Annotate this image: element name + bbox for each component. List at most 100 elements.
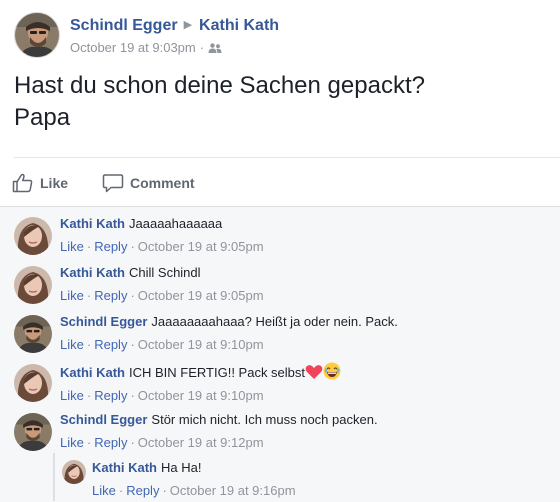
commenter-avatar[interactable] <box>14 364 52 402</box>
comment-timestamp[interactable]: October 19 at 9:05pm <box>138 239 264 254</box>
commenter-avatar[interactable] <box>14 266 52 304</box>
meta-separator: · <box>86 239 92 254</box>
comment-reply-link[interactable]: Reply <box>94 337 127 352</box>
woman-avatar-image <box>62 460 86 484</box>
comment-reply-link[interactable]: Reply <box>94 435 127 450</box>
post-message: Hast du schon deine Sachen gepackt? Papa <box>14 70 544 134</box>
woman-avatar-image <box>14 266 52 304</box>
reply-timestamp[interactable]: October 19 at 9:16pm <box>170 483 296 498</box>
meta-separator: · <box>130 388 135 403</box>
comment-like-link[interactable]: Like <box>60 337 84 352</box>
comment-like-link[interactable]: Like <box>60 435 84 450</box>
commenter-avatar[interactable] <box>14 217 52 255</box>
replier-avatar[interactable] <box>62 460 86 484</box>
woman-avatar-image <box>14 364 52 402</box>
comment-text: ICH BIN FERTIG!! Pack selbst <box>129 365 306 380</box>
comment-body: Kathi Kath Jaaaaahaaaaaa Like · Reply · Octob… <box>60 215 550 256</box>
comment-label: Comment <box>130 175 195 191</box>
comment-item: Kathi Kath Jaaaaahaaaaaa Like · Reply · Octob… <box>14 215 554 259</box>
reply-author[interactable]: Kathi Kath <box>92 460 157 475</box>
reply-meta: Like · Reply · October 19 at 9:16pm <box>92 482 560 500</box>
comment-reply-link[interactable]: Reply <box>94 239 127 254</box>
meta-separator: · <box>86 337 92 352</box>
comment-text: Jaaaaahaaaaaa <box>129 216 223 231</box>
meta-separator: · <box>130 435 135 450</box>
comment-meta: Like · Reply · October 19 at 9:10pm <box>60 387 550 405</box>
comment-text-line: Kathi Kath Chill Schindl <box>60 264 550 282</box>
comment-text-line: Schindl Egger Jaaaaaaaahaaa? Heißt ja ode… <box>60 313 550 331</box>
post-meta: October 19 at 9:03pm · <box>70 40 222 55</box>
comment-item: Kathi Kath Chill Schindl Like · Reply · Octob… <box>14 264 554 308</box>
man-avatar-image <box>15 13 59 57</box>
comment-button[interactable]: Comment <box>102 164 195 202</box>
meta-separator: · <box>199 40 205 55</box>
comment-bubble-icon <box>102 174 124 193</box>
man-avatar-image <box>14 315 52 353</box>
commenter-avatar[interactable] <box>14 315 52 353</box>
meta-separator: · <box>118 483 124 498</box>
meta-separator: · <box>130 239 135 254</box>
reply-thread-line <box>53 453 55 501</box>
comment-body: Schindl Egger Jaaaaaaaahaaa? Heißt ja ode… <box>60 313 550 354</box>
comment-text-line: Kathi Kath Jaaaaahaaaaaa <box>60 215 550 233</box>
post-actions: Like Comment <box>12 164 560 202</box>
comment-reply-link[interactable]: Reply <box>94 388 127 403</box>
meta-separator: · <box>130 288 135 303</box>
facebook-post: Schindl Egger ▶ Kathi Kath October 19 at 9… <box>0 0 560 502</box>
comment-author[interactable]: Kathi Kath <box>60 216 125 231</box>
comment-meta: Like · Reply · October 19 at 9:05pm <box>60 287 550 305</box>
comment-like-link[interactable]: Like <box>60 288 84 303</box>
comment-author[interactable]: Schindl Egger <box>60 314 147 329</box>
post-message-line-2: Papa <box>14 104 71 131</box>
meta-separator: · <box>162 483 167 498</box>
comment-item: Kathi Kath ICH BIN FERTIG!! Pack selbst L… <box>14 362 554 406</box>
meta-separator: · <box>86 435 92 450</box>
reply-text: Ha Ha! <box>161 460 202 475</box>
comment-author[interactable]: Kathi Kath <box>60 365 125 380</box>
comment-meta: Like · Reply · October 19 at 9:10pm <box>60 336 550 354</box>
man-avatar-image <box>14 413 52 451</box>
triangle-right-icon: ▶ <box>183 19 193 31</box>
commenter-avatar[interactable] <box>14 413 52 451</box>
author-avatar[interactable] <box>14 12 60 58</box>
meta-separator: · <box>86 388 92 403</box>
friends-icon[interactable] <box>208 43 222 53</box>
comment-like-link[interactable]: Like <box>60 239 84 254</box>
comment-body: Kathi Kath ICH BIN FERTIG!! Pack selbst L… <box>60 362 550 405</box>
comment-timestamp[interactable]: October 19 at 9:12pm <box>138 435 264 450</box>
comment-timestamp[interactable]: October 19 at 9:10pm <box>138 388 264 403</box>
post-author-line: Schindl Egger ▶ Kathi Kath <box>70 17 279 35</box>
comments-section: Kathi Kath Jaaaaahaaaaaa Like · Reply · Octob… <box>0 206 560 502</box>
comment-reply-link[interactable]: Reply <box>94 288 127 303</box>
thumbs-up-icon <box>12 173 33 193</box>
comment-item: Schindl Egger Stör mich nicht. Ich muss n… <box>14 411 554 455</box>
heart-emoji <box>305 365 323 379</box>
post-timestamp[interactable]: October 19 at 9:03pm <box>70 40 196 55</box>
comment-like-link[interactable]: Like <box>60 388 84 403</box>
comment-meta: Like · Reply · October 19 at 9:12pm <box>60 434 550 452</box>
post-header: Schindl Egger ▶ Kathi Kath October 19 at 9… <box>14 12 554 62</box>
woman-avatar-image <box>14 217 52 255</box>
laughing-emoji <box>323 362 341 380</box>
comment-text-line: Kathi Kath ICH BIN FERTIG!! Pack selbst <box>60 362 550 382</box>
meta-separator: · <box>130 337 135 352</box>
reply-item: Kathi Kath Ha Ha! Like · Reply · October 19 a… <box>62 459 560 502</box>
comment-body: Schindl Egger Stör mich nicht. Ich muss n… <box>60 411 550 452</box>
like-label: Like <box>40 175 69 191</box>
post-author-name[interactable]: Schindl Egger <box>70 17 178 34</box>
comment-body: Kathi Kath Chill Schindl Like · Reply · Octob… <box>60 264 550 305</box>
comment-author[interactable]: Schindl Egger <box>60 412 147 427</box>
comment-timestamp[interactable]: October 19 at 9:05pm <box>138 288 264 303</box>
comment-item: Schindl Egger Jaaaaaaaahaaa? Heißt ja ode… <box>14 313 554 357</box>
reply-reply-link[interactable]: Reply <box>126 483 159 498</box>
meta-separator: · <box>86 288 92 303</box>
comment-timestamp[interactable]: October 19 at 9:10pm <box>138 337 264 352</box>
post-target-name[interactable]: Kathi Kath <box>199 17 279 34</box>
divider <box>14 157 560 158</box>
like-button[interactable]: Like <box>12 164 68 202</box>
reply-like-link[interactable]: Like <box>92 483 116 498</box>
comment-author[interactable]: Kathi Kath <box>60 265 125 280</box>
comment-meta: Like · Reply · October 19 at 9:05pm <box>60 238 550 256</box>
comment-text: Stör mich nicht. Ich muss noch packen. <box>151 412 378 427</box>
post-message-line-1: Hast du schon deine Sachen gepackt? <box>14 72 425 99</box>
